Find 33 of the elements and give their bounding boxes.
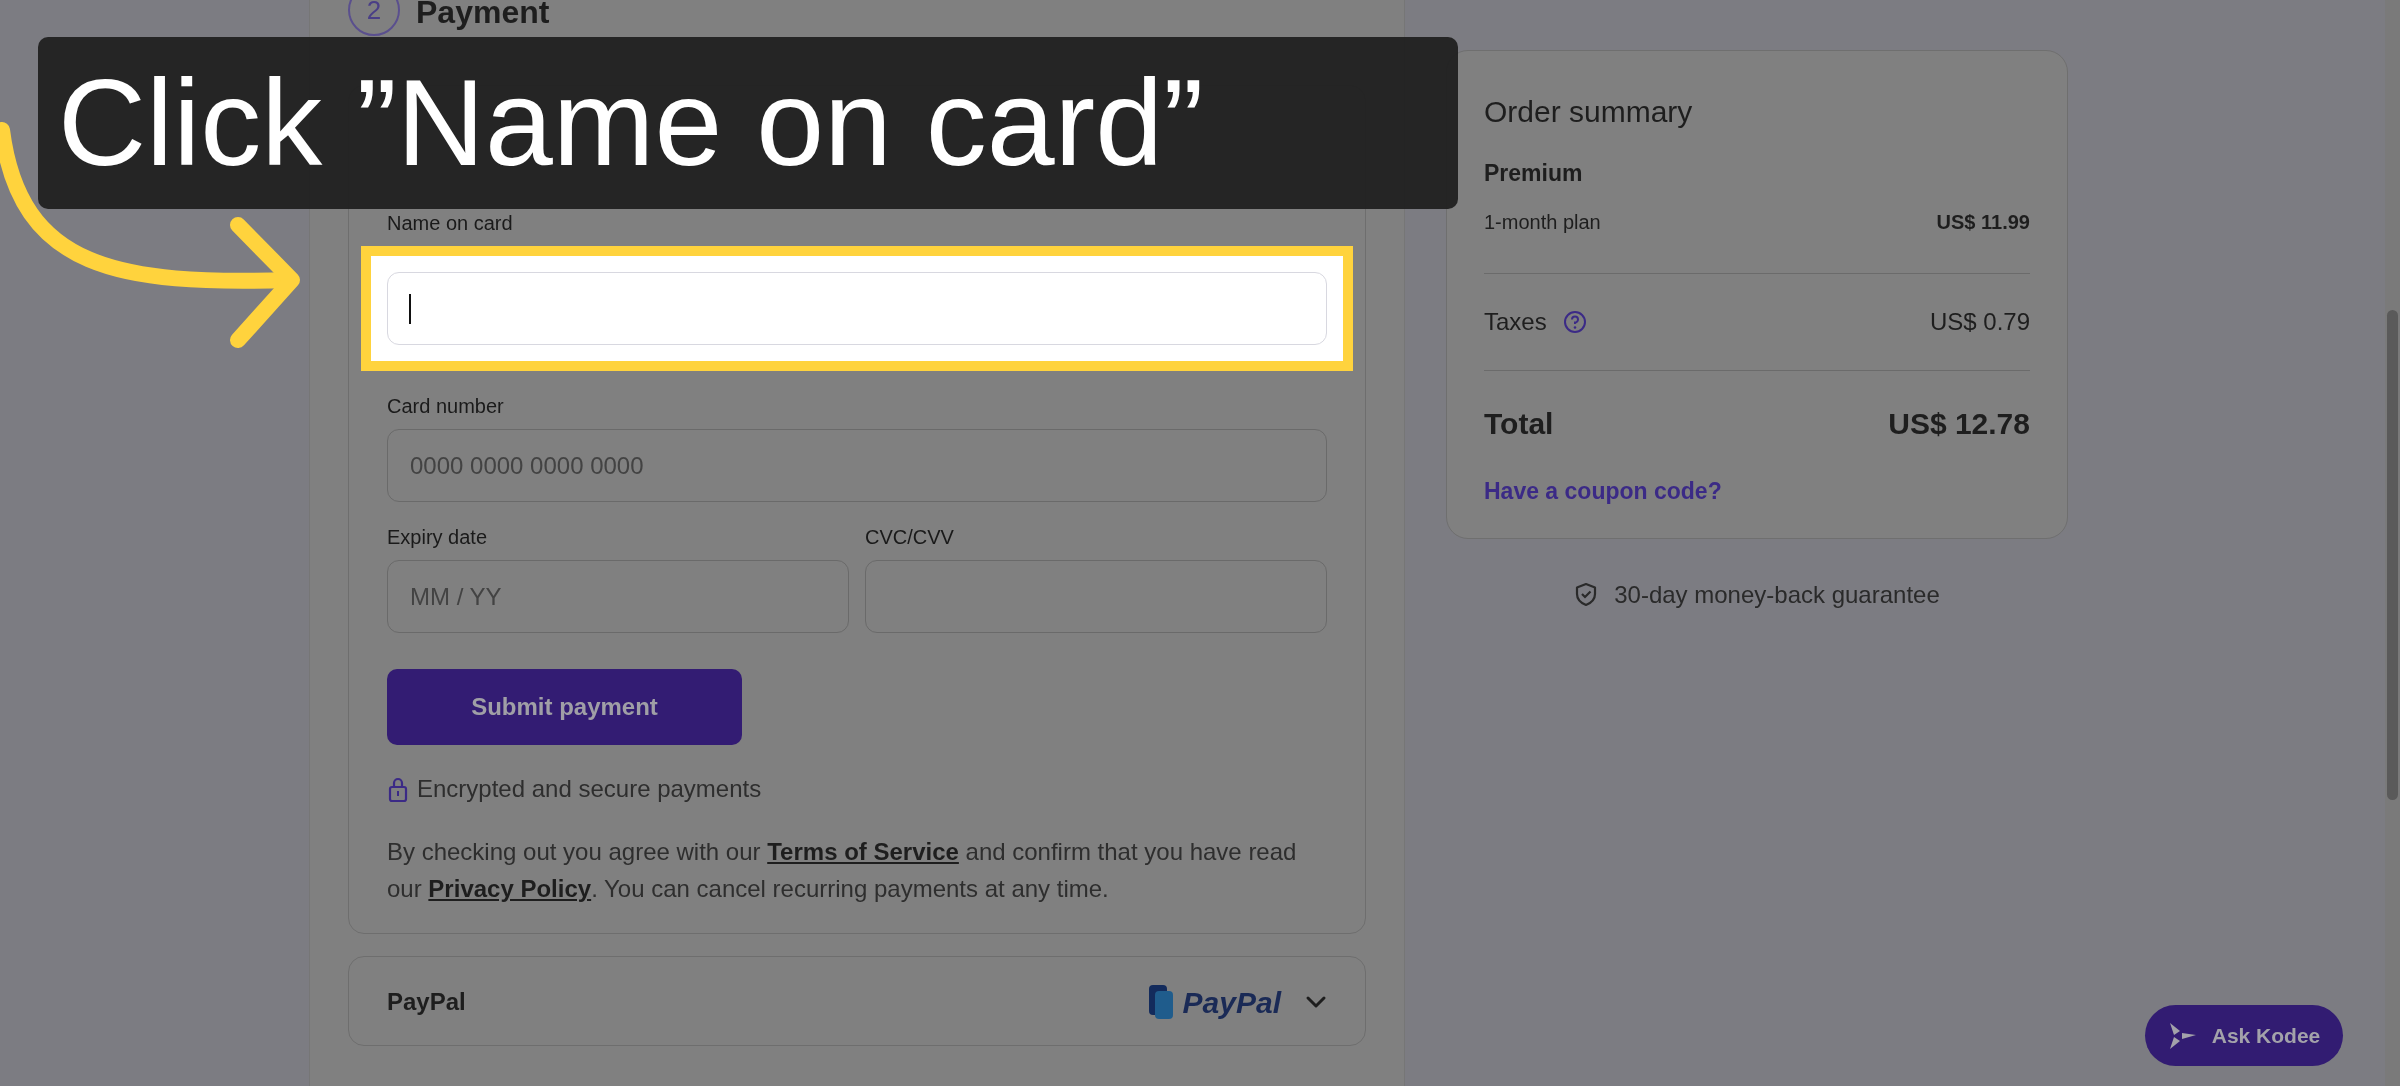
terms-link[interactable]: Privacy Policy bbox=[428, 875, 592, 902]
line-item-label: 1-month plan bbox=[1484, 209, 1601, 235]
coupon-link[interactable]: Have a coupon code? bbox=[1484, 473, 1722, 508]
section-title: Payment bbox=[416, 0, 550, 32]
field-label: Expiry date bbox=[387, 525, 488, 550]
input-field[interactable]: MM / YY bbox=[387, 560, 849, 633]
brand-wordmark: PayPal bbox=[1182, 984, 1281, 1021]
plan-name: Premium bbox=[1484, 159, 1584, 188]
total-amount: US$ 12.78 bbox=[1888, 405, 2030, 442]
input-field[interactable]: 0000 0000 0000 0000 bbox=[387, 429, 1327, 502]
guarantee-text: 30-day money-back guarantee bbox=[1614, 580, 1940, 610]
assistant-button[interactable]: Ask Kodee bbox=[2145, 1005, 2343, 1066]
terms-text: By checking out you agree with our Terms of Service and confirm that you have read our Privacy Policy. You can cancel recurring payments at any time. bbox=[387, 837, 1298, 904]
summary-title: Order summary bbox=[1484, 94, 1694, 130]
scrollbar[interactable] bbox=[2385, 0, 2400, 1086]
line-item-amount: US$ 11.99 bbox=[1936, 209, 2030, 235]
field-label: Name on card bbox=[387, 211, 513, 236]
terms-link[interactable]: Terms of Service bbox=[767, 838, 959, 865]
shield-check-icon bbox=[1574, 582, 1599, 608]
payment-method-card[interactable]: PayPal PayPal bbox=[348, 956, 1366, 1046]
instruction-banner: Click ”Name on card” bbox=[38, 37, 1458, 209]
sparkle-icon bbox=[2167, 1020, 2196, 1051]
field-label: Card number bbox=[387, 394, 504, 419]
field-label: CVC/CVV bbox=[865, 525, 954, 550]
submit-button[interactable]: Submit payment bbox=[387, 669, 742, 745]
line-item-label: Taxes bbox=[1484, 306, 1547, 337]
payment-method-label: PayPal bbox=[387, 987, 466, 1017]
line-item-amount: US$ 0.79 bbox=[1929, 306, 2030, 337]
secure-payment-note: Encrypted and secure payments bbox=[417, 774, 762, 804]
help-icon[interactable] bbox=[1562, 309, 1587, 334]
lock-icon bbox=[387, 775, 409, 803]
chevron-down-icon[interactable] bbox=[1305, 995, 1327, 1009]
total-label: Total bbox=[1484, 405, 1554, 442]
